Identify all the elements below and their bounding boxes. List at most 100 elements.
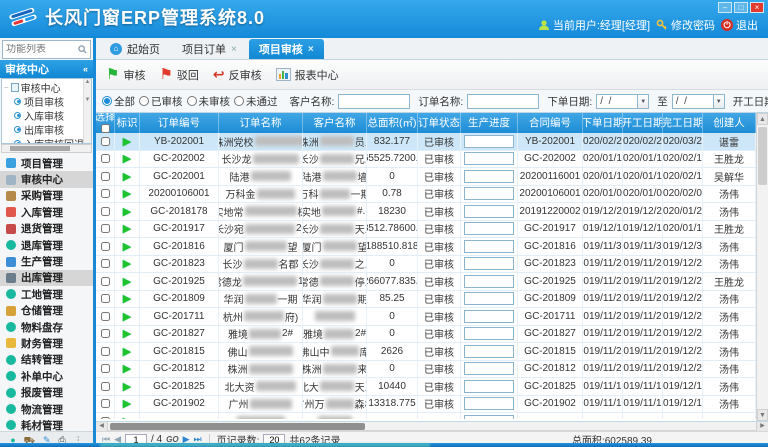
审核-button[interactable]: ⚑审核: [106, 67, 145, 83]
column-header-总面积(㎡)[interactable]: 总面积(㎡): [367, 113, 418, 133]
column-header-订单名称[interactable]: 订单名称: [219, 113, 303, 133]
row-checkbox[interactable]: [101, 242, 110, 251]
驳回-button[interactable]: ⚑驳回: [159, 67, 198, 83]
column-header-合同编号[interactable]: 合同编号: [518, 113, 583, 133]
tab-项目审核[interactable]: 项目审核×: [249, 39, 324, 59]
row-checkbox[interactable]: [101, 329, 110, 338]
sidebar-item-仓储管理[interactable]: 仓储管理: [0, 303, 93, 319]
tree-horizontal-scrollbar[interactable]: [1, 144, 92, 153]
table-row[interactable]: ▶ YB-202001 株洲党校 株洲员.. 832.177 已审核 YB-20…: [96, 133, 756, 151]
table-row[interactable]: ▶ GC-201827 雅境2# 雅境2# 0 已审核 GC-201827 20…: [96, 326, 756, 344]
sidebar-item-物流管理[interactable]: 物流管理: [0, 401, 93, 417]
sidebar-item-耗材管理[interactable]: 耗材管理: [0, 417, 93, 431]
sidebar-item-报废管理[interactable]: 报废管理: [0, 384, 93, 400]
sidebar-item-审核中心[interactable]: 审核中心: [0, 171, 93, 187]
row-checkbox[interactable]: [101, 207, 110, 216]
function-search-box[interactable]: [2, 40, 91, 59]
sidebar-item-入库管理[interactable]: 入库管理: [0, 204, 93, 220]
sidebar-item-财务管理[interactable]: 财务管理: [0, 335, 93, 351]
collapse-panel-icon[interactable]: «: [83, 64, 88, 74]
table-row[interactable]: ▶ GC-201917 长沙宛2# 长沙天.. 8512.78600.. 已审核…: [96, 221, 756, 239]
row-checkbox[interactable]: [101, 154, 110, 163]
radio-未审核[interactable]: 未审核: [187, 94, 231, 109]
vertical-scroll-thumb[interactable]: [758, 127, 767, 185]
scroll-right-icon[interactable]: ▶: [756, 422, 768, 431]
table-row[interactable]: ▶ GC-201825 北大资 北大天.. 10440 已审核 GC-20182…: [96, 378, 756, 396]
select-all-checkbox[interactable]: [101, 124, 110, 133]
row-checkbox[interactable]: [101, 224, 110, 233]
row-checkbox[interactable]: [101, 312, 110, 321]
table-row[interactable]: ▶ GC-201711 杭州府) 0 已审核 GC-201711 2019/11…: [96, 308, 756, 326]
row-checkbox[interactable]: [101, 347, 110, 356]
table-row[interactable]: ▶ GC-201812 株洲 株洲来 0 已审核 GC-201812 2019/…: [96, 361, 756, 379]
column-header-完工日期[interactable]: 完工日期: [663, 113, 703, 133]
tree-item-入库审核回退[interactable]: 入库审核回退: [4, 136, 91, 144]
tree-vertical-scrollbar[interactable]: ▲▼: [83, 79, 91, 143]
column-header-生产进度[interactable]: 生产进度: [461, 113, 518, 133]
tab-起始页[interactable]: ⌂起始页: [100, 39, 170, 59]
radio-未通过[interactable]: 未通过: [234, 94, 278, 109]
close-tab-icon[interactable]: ×: [308, 44, 314, 55]
radio-全部[interactable]: 全部: [102, 94, 135, 109]
table-row[interactable]: ▶ GC-202002 长沙龙 长沙兄.. 65525.7200.. 已审核 G…: [96, 151, 756, 169]
row-checkbox[interactable]: [101, 189, 110, 198]
table-row[interactable]: ▶ GC-201809 华润一期 华润期 85.25 已审核 GC-201809…: [96, 291, 756, 309]
column-header-订单编号[interactable]: 订单编号: [140, 113, 219, 133]
scroll-up-icon[interactable]: ▲: [757, 113, 768, 125]
close-tab-icon[interactable]: ×: [231, 44, 237, 55]
table-row[interactable]: ▶ GC-2018178 实地常栋 实地#.. 18230 已审核 201912…: [96, 203, 756, 221]
table-row[interactable]: ▶: [96, 413, 756, 419]
table-row[interactable]: ▶ GC-201925 常德龙10 常德停.. 266077.835.. 已审核…: [96, 273, 756, 291]
sidebar-item-工地管理[interactable]: 工地管理: [0, 286, 93, 302]
radio-已审核[interactable]: 已审核: [139, 94, 183, 109]
row-checkbox[interactable]: [101, 172, 110, 181]
horizontal-scrollbar[interactable]: ◀ ▶: [96, 422, 768, 431]
order-date-to-input[interactable]: [672, 94, 714, 109]
tree-item-入库审核[interactable]: 入库审核: [4, 108, 91, 122]
minimize-button[interactable]: –: [718, 2, 732, 13]
sidebar-item-生产管理[interactable]: 生产管理: [0, 253, 93, 269]
column-header-下单日期[interactable]: 下单日期: [583, 113, 623, 133]
change-password-link[interactable]: 修改密码: [656, 17, 715, 33]
tree-item-项目审核[interactable]: 项目审核: [4, 94, 91, 108]
sidebar-item-物料盘存[interactable]: 物料盘存: [0, 319, 93, 335]
sidebar-item-退货管理[interactable]: 退货管理: [0, 221, 93, 237]
row-checkbox[interactable]: [101, 277, 110, 286]
sidebar-item-出库管理[interactable]: 出库管理: [0, 270, 93, 286]
maximize-button[interactable]: □: [734, 2, 748, 13]
column-header-创建人[interactable]: 创建人: [703, 113, 756, 133]
报表中心-button[interactable]: 报表中心: [276, 67, 339, 83]
反审核-button[interactable]: ↩反审核: [213, 66, 262, 83]
tab-项目订单[interactable]: 项目订单×: [172, 39, 247, 59]
table-row[interactable]: ▶ GC-202001 陆港 陆港墙 0 已审核 20200116001 202…: [96, 168, 756, 186]
sidebar-item-退库管理[interactable]: 退库管理: [0, 237, 93, 253]
order-date-from-input[interactable]: [596, 94, 638, 109]
function-search-input[interactable]: [6, 44, 78, 55]
logout-link[interactable]: ⏻ 退出: [721, 17, 758, 33]
table-row[interactable]: ▶ GC-201815 佛山 佛山中库 2626 已审核 GC-201815 2…: [96, 343, 756, 361]
row-checkbox[interactable]: [101, 382, 110, 391]
row-checkbox[interactable]: [101, 417, 110, 419]
column-header-标识[interactable]: 标识: [115, 113, 140, 133]
customer-name-input[interactable]: [338, 94, 410, 109]
close-button[interactable]: ×: [750, 2, 764, 13]
column-header-开工日期[interactable]: 开工日期: [623, 113, 663, 133]
tree-item-出库审核[interactable]: 出库审核: [4, 122, 91, 136]
sidebar-item-采购管理[interactable]: 采购管理: [0, 188, 93, 204]
column-header-订单状态[interactable]: 订单状态: [418, 113, 461, 133]
order-name-input[interactable]: [467, 94, 539, 109]
calendar-dropdown-icon[interactable]: ▼: [714, 94, 725, 109]
vertical-scrollbar[interactable]: ▲ ▼: [756, 113, 768, 421]
column-header-客户名称[interactable]: 客户名称: [303, 113, 367, 133]
table-row[interactable]: ▶ GC-201902 广州 广州万森林 13318.775 已审核 GC-20…: [96, 396, 756, 414]
table-row[interactable]: ▶ GC-201816 厦门望 厦门望 188510.818 已审核 GC-20…: [96, 238, 756, 256]
column-header-选择[interactable]: 选择: [96, 113, 115, 133]
scroll-down-icon[interactable]: ▼: [757, 409, 768, 421]
sidebar-item-结转管理[interactable]: 结转管理: [0, 352, 93, 368]
calendar-dropdown-icon[interactable]: ▼: [638, 94, 649, 109]
row-checkbox[interactable]: [101, 259, 110, 268]
horizontal-scroll-thumb[interactable]: [110, 423, 365, 430]
sidebar-item-补单中心[interactable]: 补单中心: [0, 368, 93, 384]
scroll-left-icon[interactable]: ◀: [96, 422, 108, 431]
row-checkbox[interactable]: [101, 137, 110, 146]
